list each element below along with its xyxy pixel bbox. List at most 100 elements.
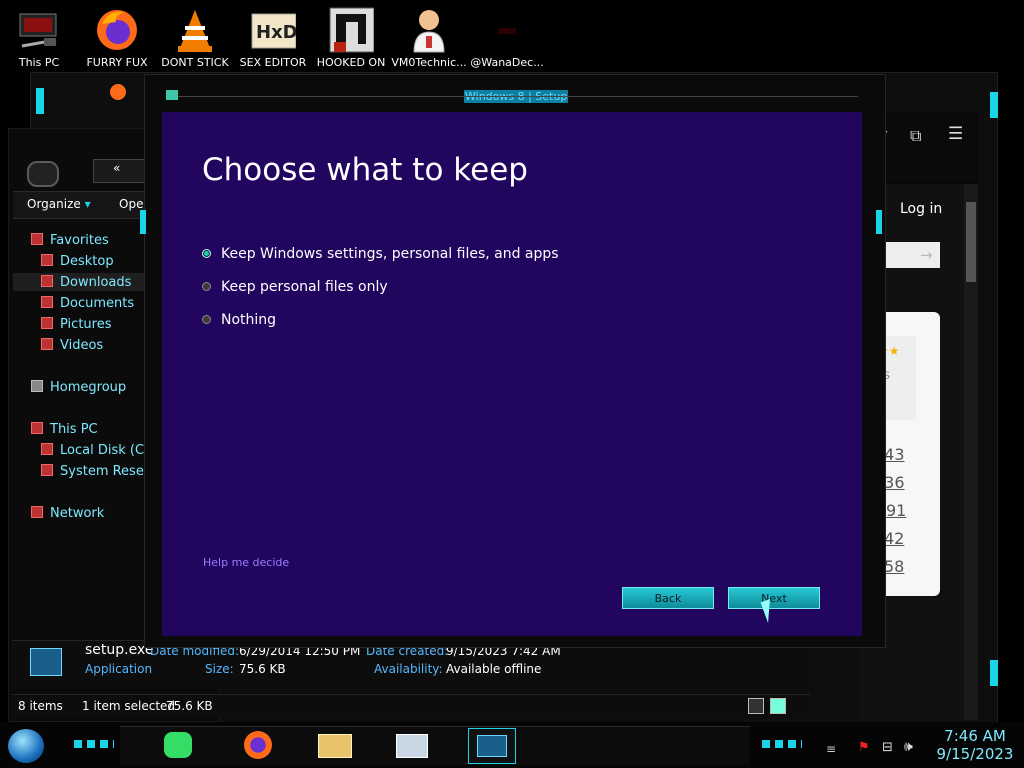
- desktop-icon-label: This PC: [18, 56, 60, 69]
- hxd-icon: HxD: [250, 6, 298, 54]
- taskbar-app-explorer[interactable]: [312, 728, 358, 762]
- option-nothing[interactable]: Nothing: [202, 312, 276, 328]
- frame-accent-setup-left: [140, 210, 146, 234]
- nav-network[interactable]: Network: [31, 506, 104, 521]
- size-label: Size:: [205, 662, 234, 676]
- link-number[interactable]: 42: [884, 529, 904, 548]
- menu-icon[interactable]: ☰: [948, 124, 963, 144]
- show-hidden-icons[interactable]: ≡: [826, 742, 836, 756]
- desktop-icon-label: VM0Technic...: [391, 56, 467, 69]
- details-view-icon[interactable]: [748, 698, 764, 714]
- option-label: Keep personal files only: [221, 279, 388, 295]
- nav-label: Network: [50, 506, 105, 521]
- radio-selected[interactable]: [202, 249, 211, 258]
- option-label: Keep Windows settings, personal files, a…: [221, 246, 559, 262]
- availability-label: Availability:: [374, 662, 443, 676]
- option-label: Nothing: [221, 312, 277, 328]
- option-keep-personal-files[interactable]: Keep personal files only: [202, 279, 388, 295]
- svg-text:HxD: HxD: [256, 22, 296, 43]
- volume-icon[interactable]: 🕪: [904, 739, 913, 755]
- taskbar-app-green[interactable]: [156, 728, 202, 762]
- computer-icon: [16, 6, 62, 54]
- link-number[interactable]: 91: [886, 501, 906, 520]
- explorer-gear-icon[interactable]: [27, 161, 59, 187]
- pictures-folder-icon: [41, 317, 53, 329]
- desktop-icon-this-pc[interactable]: This PC: [0, 6, 78, 69]
- downloads-folder-icon: [41, 275, 53, 287]
- taskbar-app-monitor[interactable]: [390, 728, 436, 762]
- setup-icon: [477, 735, 507, 757]
- desktop-icon-label: DONT STICK: [161, 56, 229, 69]
- network-icon: [31, 506, 43, 518]
- extensions-icon[interactable]: ⧉: [910, 126, 921, 146]
- link-number[interactable]: 58: [884, 557, 904, 576]
- clock[interactable]: 7:46 AM 9/15/2023: [930, 727, 1020, 763]
- nav-this-pc[interactable]: This PC: [31, 422, 98, 437]
- firefox-small-icon: [110, 84, 126, 100]
- network-tray-icon[interactable]: ⊟: [882, 740, 893, 755]
- disk-icon: [41, 464, 53, 476]
- nav-desktop[interactable]: Desktop: [41, 254, 114, 269]
- firefox-icon: [94, 6, 140, 54]
- homegroup-icon: [31, 380, 43, 392]
- nav-favorites[interactable]: Favorites: [31, 233, 109, 248]
- frame-accent-setup-right: [876, 210, 882, 234]
- nav-label: Videos: [60, 338, 104, 353]
- nav-label: Favorites: [50, 233, 109, 248]
- wanadecrypt-icon: [484, 6, 530, 54]
- nav-documents[interactable]: Documents: [41, 296, 134, 311]
- vlc-icon: [172, 6, 218, 54]
- nav-videos[interactable]: Videos: [41, 338, 103, 353]
- page-title: Choose what to keep: [202, 152, 528, 188]
- back-button[interactable]: Back: [622, 587, 714, 609]
- app-icon: [328, 6, 375, 54]
- nav-label: System Reserv: [60, 464, 157, 479]
- desktop-icon-label: HOOKED ON: [316, 56, 386, 69]
- taskbar-app-setup[interactable]: [468, 728, 516, 764]
- desktop-icon-wanadecrypt[interactable]: @WanaDec...: [468, 6, 546, 69]
- nav-label: Downloads: [60, 275, 132, 290]
- clock-date: 9/15/2023: [936, 745, 1014, 763]
- doctor-icon: [406, 6, 452, 54]
- size-value: 75.6 KB: [239, 662, 286, 676]
- nav-label: This PC: [50, 422, 98, 437]
- start-button[interactable]: [8, 729, 44, 763]
- frame-accent-left: [36, 88, 44, 114]
- desktop-icon-sex-editor[interactable]: HxD SEX EDITOR: [234, 6, 312, 69]
- desktop-icon-furry-fux[interactable]: FURRY FUX: [78, 6, 156, 69]
- help-me-decide-link[interactable]: Help me decide: [203, 556, 289, 569]
- action-center-flag-icon[interactable]: ⚑: [858, 740, 870, 755]
- radio-unselected[interactable]: [202, 315, 211, 324]
- nav-local-disk[interactable]: Local Disk (C:): [41, 443, 153, 458]
- setup-file-icon: [30, 648, 62, 676]
- desktop-icon-hooked-on[interactable]: HOOKED ON: [312, 6, 390, 69]
- nav-homegroup[interactable]: Homegroup: [31, 380, 126, 395]
- login-link[interactable]: Log in: [900, 201, 942, 217]
- arrow-right-icon[interactable]: →: [920, 246, 933, 264]
- nav-downloads[interactable]: Downloads: [41, 275, 131, 290]
- desktop-icon-dont-stick[interactable]: DONT STICK: [156, 6, 234, 69]
- documents-folder-icon: [41, 296, 53, 308]
- nav-pictures[interactable]: Pictures: [41, 317, 111, 332]
- organize-button[interactable]: Organize ▾: [27, 197, 91, 211]
- nav-label: Pictures: [60, 317, 112, 332]
- nav-label: Documents: [60, 296, 135, 311]
- folder-icon: [318, 734, 352, 758]
- status-selected-size: 75.6 KB: [166, 699, 213, 713]
- computer-icon: [31, 422, 43, 434]
- option-keep-everything[interactable]: Keep Windows settings, personal files, a…: [202, 246, 559, 262]
- chevron-down-icon: ▾: [84, 197, 91, 211]
- nav-label: Homegroup: [50, 380, 127, 395]
- desktop-icon-vm0technic[interactable]: VM0Technic...: [390, 6, 468, 69]
- radio-unselected[interactable]: [202, 282, 211, 291]
- file-type: Application: [85, 662, 153, 676]
- taskbar-app-firefox[interactable]: [236, 728, 282, 762]
- next-button[interactable]: Next: [728, 587, 820, 609]
- monitor-icon: [396, 734, 428, 758]
- frame-accent-right-2: [990, 660, 998, 686]
- scrollbar-thumb[interactable]: [966, 202, 976, 282]
- star-icon: [31, 233, 43, 245]
- nav-system-reserved[interactable]: System Reserv: [41, 464, 157, 479]
- disk-icon: [41, 443, 53, 455]
- large-icons-view-icon[interactable]: [770, 698, 786, 714]
